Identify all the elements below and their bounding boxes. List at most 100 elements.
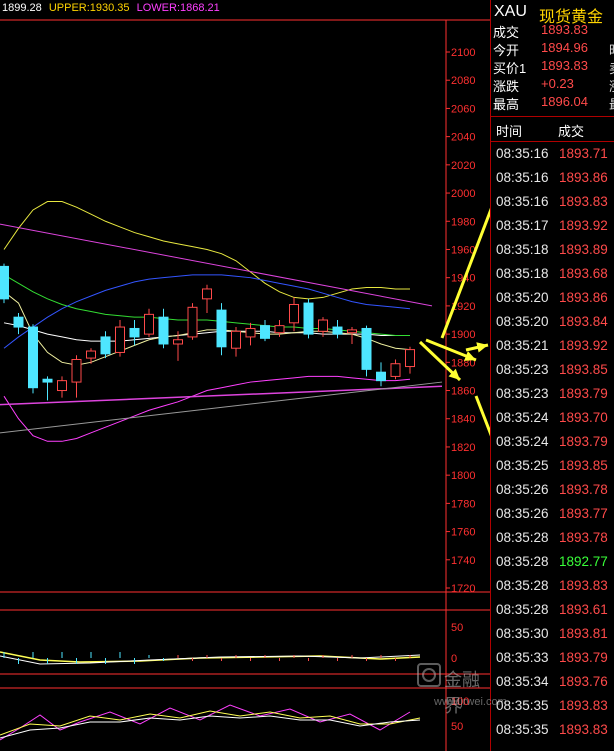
tick-price: 1893.71	[559, 146, 608, 161]
quote-label: 买价1	[493, 61, 527, 76]
candle-body	[390, 363, 401, 377]
tick-time: 08:35:33	[496, 650, 549, 665]
tick-time: 08:35:20	[496, 314, 549, 329]
tick-row[interactable]: 08:35:24 1893.79	[491, 430, 614, 454]
boll-lower-value: LOWER:1868.21	[136, 2, 220, 14]
candle-body	[115, 326, 125, 353]
price-column-header: 成交	[558, 124, 585, 139]
watermark-text: 金融界	[444, 670, 480, 716]
tick-row[interactable]: 08:35:20 1893.86	[491, 286, 614, 310]
tick-row[interactable]: 08:35:26 1893.77	[491, 502, 614, 526]
tick-price: 1893.84	[559, 314, 608, 329]
tick-row[interactable]: 08:35:30 1893.81	[491, 622, 614, 646]
candle-body	[318, 319, 328, 332]
tick-price: 1893.77	[559, 506, 608, 521]
tick-row[interactable]: 08:35:17 1893.92	[491, 214, 614, 238]
tick-time: 08:35:23	[496, 362, 549, 377]
quote-value: 1893.83	[541, 22, 588, 37]
tick-row[interactable]: 08:35:18 1893.68	[491, 262, 614, 286]
quote-panel: XAU 现货黄金 成交 1893.83 今开 1894.96 昨买价1 1893.83 卖涨…	[490, 0, 614, 751]
tick-time: 08:35:25	[496, 458, 549, 473]
y-tick-label: 1800	[451, 470, 475, 482]
candle-body	[158, 316, 169, 345]
tick-row[interactable]: 08:35:16 1893.71	[491, 142, 614, 166]
candle-body	[216, 309, 227, 348]
watermark: 金融界 www.jrwei.com	[412, 656, 507, 716]
candle-body	[42, 378, 53, 383]
candle-body	[332, 326, 343, 335]
sub1-line-white	[0, 654, 421, 665]
y-tick-label: 2080	[451, 75, 475, 87]
quote-row: 今开 1894.96 昨	[491, 40, 614, 58]
quote-extra: 卖	[609, 58, 614, 77]
tick-price: 1893.83	[559, 194, 608, 209]
y-tick-label: 1760	[451, 527, 475, 539]
tick-price: 1893.86	[559, 170, 608, 185]
tick-price: 1893.79	[559, 386, 608, 401]
tick-time: 08:35:28	[496, 578, 549, 593]
tick-price: 1893.83	[559, 698, 608, 713]
tick-price: 1893.89	[559, 242, 608, 257]
y-tick-label: 1960	[451, 244, 475, 256]
tick-row[interactable]: 08:35:25 1893.85	[491, 454, 614, 478]
quote-value: 1893.83	[541, 58, 588, 73]
quote-label: 成交	[493, 25, 520, 40]
tick-row[interactable]: 08:35:18 1893.89	[491, 238, 614, 262]
quote-label: 涨跌	[493, 79, 520, 94]
tick-row[interactable]: 08:35:16 1893.83	[491, 190, 614, 214]
candlestick-chart[interactable]: 2100208020602040202020001980196019401920…	[0, 0, 490, 751]
trendline-upper	[0, 223, 433, 307]
tick-row[interactable]: 08:35:23 1893.85	[491, 358, 614, 382]
candle-body	[71, 358, 82, 383]
y-tick-label: 1900	[451, 329, 475, 341]
candle-body	[245, 327, 256, 338]
sub2-line-white	[0, 715, 421, 739]
quote-label: 最高	[493, 97, 520, 112]
tick-row[interactable]: 08:35:28 1893.83	[491, 574, 614, 598]
tick-time: 08:35:24	[496, 434, 549, 449]
tick-row[interactable]: 08:35:33 1893.79	[491, 646, 614, 670]
tick-row[interactable]: 08:35:28 1892.77	[491, 550, 614, 574]
quote-value: 1896.04	[541, 94, 588, 109]
tick-row[interactable]: 08:35:34 1893.76	[491, 670, 614, 694]
y-tick-label: 2100	[451, 47, 475, 59]
tick-time: 08:35:28	[496, 602, 549, 617]
tick-row[interactable]: 08:35:28 1893.61	[491, 598, 614, 622]
tick-time: 08:35:35	[496, 722, 549, 737]
tick-time: 08:35:28	[496, 530, 549, 545]
tick-row[interactable]: 08:35:35 1893.83	[491, 718, 614, 742]
arrow-tip-head	[476, 342, 488, 353]
tick-row[interactable]: 08:35:21 1893.92	[491, 334, 614, 358]
tick-row[interactable]: 08:35:24 1893.70	[491, 406, 614, 430]
candle-body	[274, 325, 285, 334]
tick-time: 08:35:16	[496, 170, 549, 185]
boll-upper-value: UPPER:1930.35	[48, 2, 130, 14]
tick-time: 08:35:28	[496, 554, 549, 569]
bollinger-indicator-bar: 1899.28 UPPER:1930.35 LOWER:1868.21	[2, 2, 220, 14]
tick-time: 08:35:16	[496, 194, 549, 209]
candle-body	[231, 330, 241, 349]
tick-row[interactable]: 08:35:26 1893.78	[491, 478, 614, 502]
tick-price: 1893.85	[559, 362, 608, 377]
tick-price: 1893.85	[559, 458, 608, 473]
tick-price: 1893.68	[559, 266, 608, 281]
candle-body	[173, 339, 183, 345]
quote-extra: 涨	[609, 76, 614, 95]
sub2-line-magenta	[0, 704, 411, 741]
candle-body	[100, 336, 111, 355]
tick-time: 08:35:34	[496, 674, 549, 689]
candle-body	[405, 349, 415, 368]
tick-price: 1893.79	[559, 650, 608, 665]
tick-row[interactable]: 08:35:23 1893.79	[491, 382, 614, 406]
tick-time: 08:35:21	[496, 338, 549, 353]
tick-time: 08:35:24	[496, 410, 549, 425]
y-tick-label: 1720	[451, 583, 475, 595]
y-tick-label: 2020	[451, 160, 475, 172]
tick-price: 1893.83	[559, 578, 608, 593]
tick-row[interactable]: 08:35:28 1893.78	[491, 526, 614, 550]
tick-row[interactable]: 08:35:35 1893.83	[491, 694, 614, 718]
tick-row[interactable]: 08:35:16 1893.86	[491, 166, 614, 190]
tick-row[interactable]: 08:35:20 1893.84	[491, 310, 614, 334]
tick-time: 08:35:16	[496, 146, 549, 161]
tick-time: 08:35:26	[496, 506, 549, 521]
